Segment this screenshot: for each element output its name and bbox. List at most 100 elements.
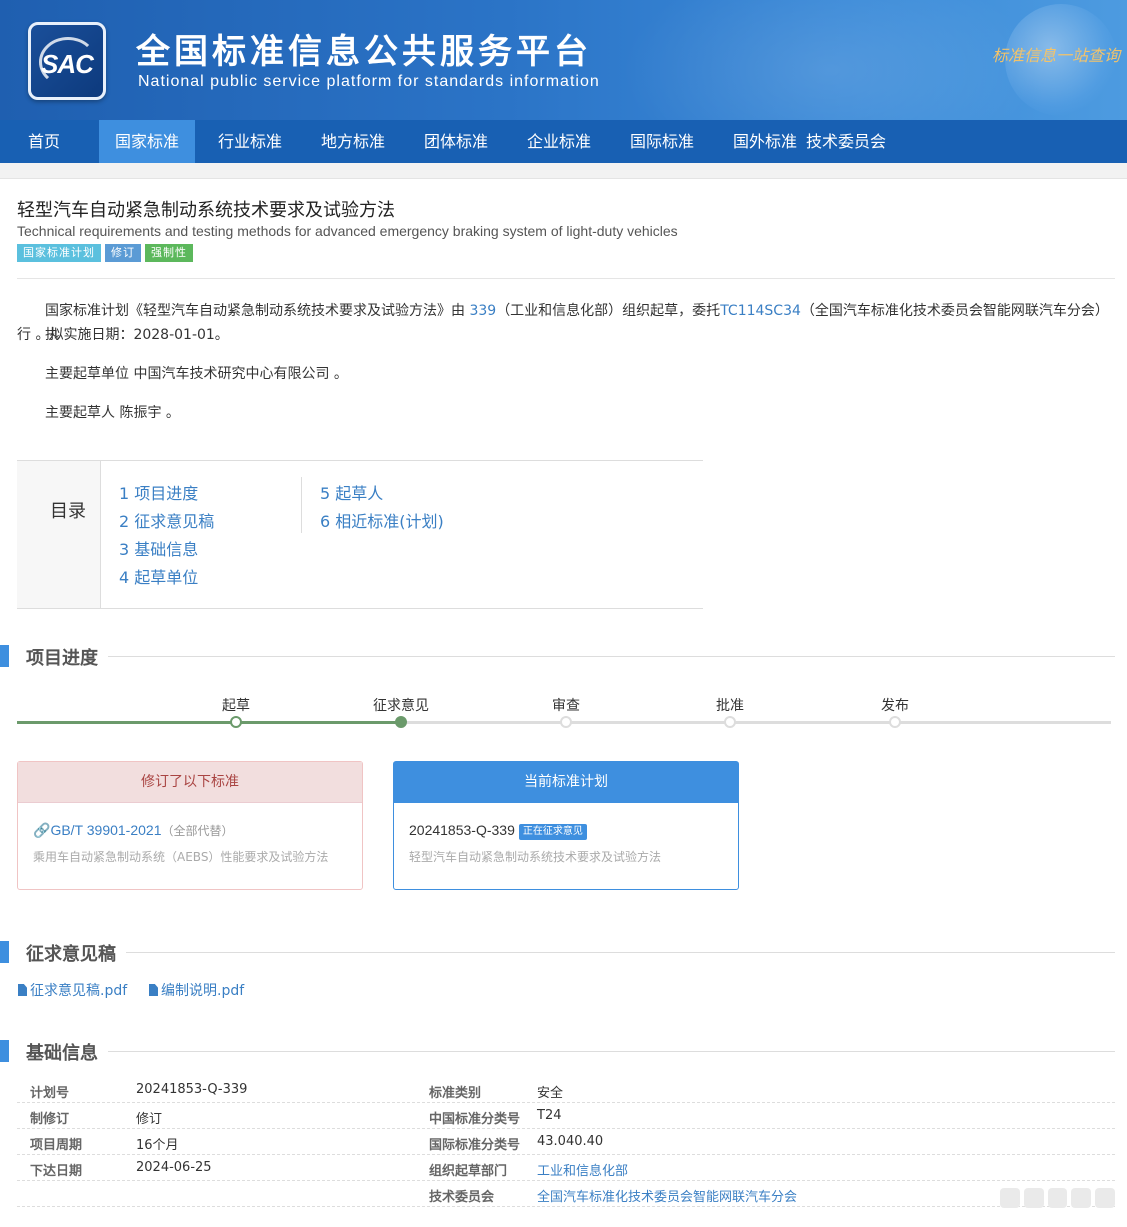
info-row: 制修订 修订 中国标准分类号 T24 [17,1103,1115,1129]
section-draft: 征求意见稿 [0,940,1115,967]
toc-item-draft[interactable]: 2 征求意见稿 [119,508,214,532]
toc-body: 1 项目进度 2 征求意见稿 3 基础信息 4 起草单位 5 起草人 6 相近标… [101,461,703,608]
section-line [26,1051,1115,1052]
info-label: 标准类别 [429,1086,482,1101]
org-link[interactable]: 339 [469,303,496,319]
toc-item-drafter[interactable]: 5 起草人 [320,480,383,504]
info-value: 16个月 [136,1138,179,1153]
drafter: 主要起草人 陈振宇 。 [45,405,180,421]
drafting-unit: 主要起草单位 中国汽车技术研究中心有限公司 。 [45,366,348,382]
step-dot-drafting [230,716,242,728]
site-title: 全国标准信息公共服务平台 [136,32,592,72]
step-dot-review [560,716,572,728]
step-dot-comment [395,716,407,728]
info-value: 43.040.40 [537,1134,604,1149]
tag-plan: 国家标准计划 [17,244,101,262]
step-label-drafting: 起草 [222,698,250,714]
toc-item-progress[interactable]: 1 项目进度 [119,480,198,504]
file-draft-pdf[interactable]: 征求意见稿.pdf [18,980,127,1000]
committee-link[interactable]: TC114SC34 [720,303,801,319]
revised-standard-note: （全部代替） [161,824,234,838]
toc-item-drafting-unit[interactable]: 4 起草单位 [119,564,198,588]
top-divider [0,163,1127,179]
file-draft-label: 征求意见稿.pdf [30,983,128,999]
revised-standard-line: 🔗GB/T 39901-2021（全部代替） [33,822,234,839]
info-value-dept-link[interactable]: 工业和信息化部 [537,1160,628,1179]
file-icon [149,984,158,996]
toc-title: 目录 [50,501,86,522]
nav-enterprise-standards[interactable]: 企业标准 [504,120,607,163]
info-label: 下达日期 [30,1164,83,1179]
standard-tags: 国家标准计划 修订 强制性 [17,244,193,262]
basic-info-table: 计划号 20241853-Q-339 标准类别 安全 制修订 修订 中国标准分类… [17,1077,1115,1207]
info-value: 修订 [136,1112,163,1127]
tag-mandatory: 强制性 [145,244,193,262]
info-label: 计划号 [30,1086,70,1101]
section-marker [0,1040,9,1062]
title-divider [17,278,1115,279]
intro-text: （工业和信息化部）组织起草，委托 [496,303,721,319]
file-explanation-label: 编制说明.pdf [161,983,245,999]
nav-national-standards[interactable]: 国家标准 [99,120,195,163]
nav-industry-standards[interactable]: 行业标准 [195,120,298,163]
section-marker [0,941,9,963]
section-marker [0,645,9,667]
watermark-block [1000,1188,1020,1208]
nav-group-standards[interactable]: 团体标准 [401,120,504,163]
header-banner: SAC 全国标准信息公共服务平台 National public service… [0,0,1127,120]
info-value: 20241853-Q-339 [136,1082,248,1097]
current-plan-card: 当前标准计划 20241853-Q-339 正在征求意见 轻型汽车自动紧急制动系统… [393,761,739,890]
status-badge: 正在征求意见 [518,824,587,840]
site-subtitle: National public service platform for sta… [138,73,600,90]
step-dot-approval [724,716,736,728]
info-value-committee-link[interactable]: 全国汽车标准化技术委员会智能网联汽车分会 [537,1186,797,1205]
watermark-block [1023,1188,1044,1208]
nav-technical-committee[interactable]: 技术委员会 [806,120,926,163]
section-basic-info: 基础信息 [0,1039,1115,1066]
info-label: 国际标准分类号 [429,1138,521,1153]
standard-title-en: Technical requirements and testing metho… [17,223,678,239]
watermark-block [1047,1188,1068,1208]
main-nav: 首页 国家标准 行业标准 地方标准 团体标准 企业标准 国际标准 国外标准 技术… [0,120,1127,163]
step-label-review: 审查 [552,698,580,714]
sac-logo[interactable]: SAC [28,22,106,100]
revised-standard-code[interactable]: GB/T 39901-2021 [50,822,161,838]
current-plan-line: 20241853-Q-339 正在征求意见 [409,822,587,840]
info-label: 项目周期 [30,1138,83,1153]
section-line [26,656,1115,657]
info-value: 安全 [537,1086,564,1101]
section-title-basic-info: 基础信息 [26,1039,108,1065]
toc-divider [301,477,302,533]
progress-done-line [17,721,401,724]
step-label-publish: 发布 [881,698,909,714]
site-slogan: 标准信息一站查询 [992,46,1121,65]
step-dot-publish [889,716,901,728]
revised-standard-card: 修订了以下标准 🔗GB/T 39901-2021（全部代替） 乘用车自动紧急制动… [17,761,363,890]
watermark-block [1095,1188,1115,1208]
file-explanation-pdf[interactable]: 编制说明.pdf [149,980,244,1000]
revised-card-header: 修订了以下标准 [18,762,362,803]
nav-international-standards[interactable]: 国际标准 [607,120,710,163]
current-plan-header: 当前标准计划 [394,762,738,803]
current-plan-code[interactable]: 20241853-Q-339 [409,822,515,838]
info-label: 中国标准分类号 [429,1112,521,1127]
revised-standard-name: 乘用车自动紧急制动系统（AEBS）性能要求及试验方法 [33,850,329,864]
toc-title-cell: 目录 [17,461,101,608]
step-label-comment: 征求意见 [373,698,429,714]
info-row: 技术委员会 全国汽车标准化技术委员会智能网联汽车分会 [17,1181,1115,1207]
progress-todo-line [401,721,1111,724]
standard-title-cn: 轻型汽车自动紧急制动系统技术要求及试验方法 [17,200,395,221]
section-title-draft: 征求意见稿 [26,940,126,966]
tag-revision: 修订 [105,244,141,262]
nav-foreign-standards[interactable]: 国外标准 [710,120,806,163]
section-line [26,952,1115,953]
toc-item-basic-info[interactable]: 3 基础信息 [119,536,198,560]
intro-line-2: 行 。拟实施日期：2028-01-01。 [17,327,229,343]
toc-item-similar-standards[interactable]: 6 相近标准(计划) [320,508,444,532]
intro-text: 国家标准计划《轻型汽车自动紧急制动系统技术要求及试验方法》由 [45,303,470,319]
nav-home[interactable]: 首页 [0,120,99,163]
info-row: 计划号 20241853-Q-339 标准类别 安全 [17,1077,1115,1103]
info-label: 组织起草部门 [429,1164,508,1179]
nav-local-standards[interactable]: 地方标准 [298,120,401,163]
watermark-block [1071,1188,1092,1208]
